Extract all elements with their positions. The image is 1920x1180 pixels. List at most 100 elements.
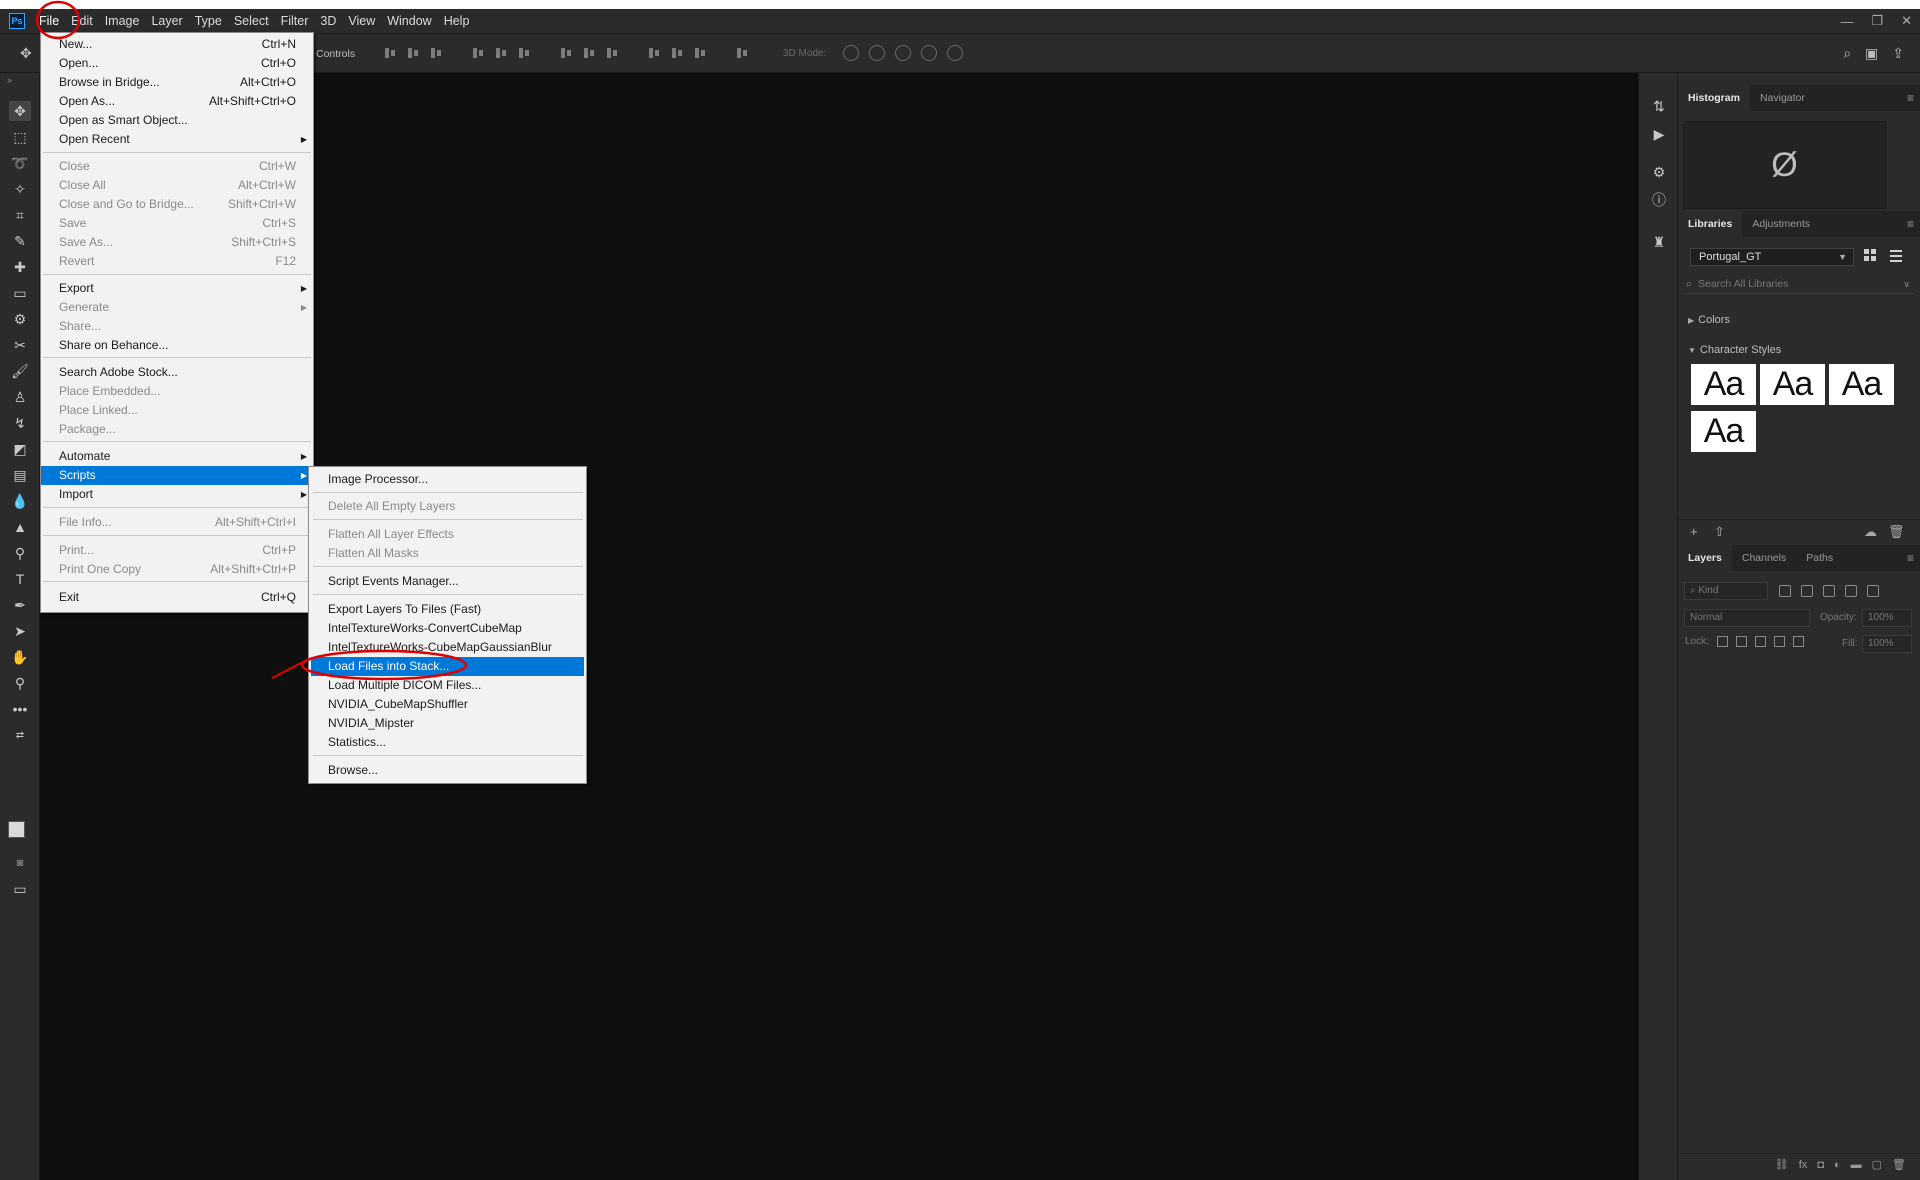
distribute-left-icon[interactable] — [647, 46, 661, 60]
pen-tool-icon[interactable]: ✒ — [9, 595, 31, 615]
opacity-input[interactable]: 100% — [1862, 609, 1912, 627]
tab-navigator[interactable]: Navigator — [1750, 85, 1815, 111]
lock-all-icon[interactable] — [1792, 636, 1804, 647]
share-icon[interactable]: ⇪ — [1892, 45, 1904, 62]
file-menu-item-open-as[interactable]: Open As... Alt+Shift+Ctrl+O — [41, 92, 313, 111]
layer-comps-icon[interactable]: ♜ — [1650, 233, 1668, 251]
scripts-menu-item-flatten-all-layer-effects[interactable]: Flatten All Layer Effects — [309, 525, 586, 544]
character-styles-section[interactable]: ▼ Character Styles — [1688, 344, 1781, 356]
menu-view[interactable]: View — [342, 9, 381, 33]
tab-channels[interactable]: Channels — [1732, 545, 1796, 571]
gradient-tool-icon[interactable]: ▤ — [9, 465, 31, 485]
3d-orbit-icon[interactable] — [843, 45, 859, 61]
library-select[interactable]: Portugal_GT ▼ — [1690, 248, 1854, 266]
distribute-right-icon[interactable] — [693, 46, 707, 60]
list-view-icon[interactable] — [1890, 250, 1902, 262]
3d-roll-icon[interactable] — [869, 45, 885, 61]
show-transform-controls-label[interactable]: Controls — [316, 48, 355, 60]
3d-pan-icon[interactable] — [895, 45, 911, 61]
cloud-sync-icon[interactable]: ☁ — [1864, 524, 1877, 540]
move-tool-options-icon[interactable]: ✥ — [20, 45, 32, 62]
scripts-menu-item-load-multiple-dicom-files[interactable]: Load Multiple DICOM Files... — [309, 676, 586, 695]
search-icon[interactable]: ⌕ — [1843, 45, 1851, 62]
file-menu-item-exit[interactable]: Exit Ctrl+Q — [41, 588, 313, 607]
add-element-icon[interactable]: + — [1690, 524, 1698, 539]
file-menu-item-print[interactable]: Print... Ctrl+P — [41, 541, 313, 560]
restore-icon[interactable]: ❐ — [1871, 13, 1883, 29]
file-menu-item-search-adobe-stock[interactable]: Search Adobe Stock... — [41, 363, 313, 382]
sharpen-tool-icon[interactable]: ▲ — [9, 517, 31, 537]
file-menu-item-browse-in-bridge[interactable]: Browse in Bridge... Alt+Ctrl+O — [41, 73, 313, 92]
collapse-toolbar-icon[interactable]: » — [7, 75, 12, 85]
filter-pixel-icon[interactable] — [1779, 585, 1791, 597]
lasso-tool-icon[interactable]: ➰ — [9, 153, 31, 173]
foreground-color-swatch[interactable] — [8, 821, 25, 838]
scripts-menu-item-flatten-all-masks[interactable]: Flatten All Masks — [309, 544, 586, 563]
history-brush-tool-icon[interactable]: ↯ — [9, 413, 31, 433]
library-search-input[interactable]: ⌕ Search All Libraries ∨ — [1684, 274, 1914, 294]
crop-tool-icon[interactable]: ⌗ — [9, 205, 31, 225]
distribute-top-icon[interactable] — [559, 46, 573, 60]
eraser-tool-icon[interactable]: ◩ — [9, 439, 31, 459]
grid-view-icon[interactable] — [1864, 249, 1878, 263]
file-menu-item-open[interactable]: Open... Ctrl+O — [41, 54, 313, 73]
healing-brush-tool-icon[interactable]: ✚ — [9, 257, 31, 277]
upload-icon[interactable]: ⇧ — [1714, 524, 1725, 540]
file-menu-item-export[interactable]: Export ▶ — [41, 279, 313, 298]
file-menu-item-open-recent[interactable]: Open Recent ▶ — [41, 130, 313, 149]
fx-icon[interactable]: fx — [1799, 1159, 1808, 1171]
distribute-hcenter-icon[interactable] — [670, 46, 684, 60]
type-tool-icon[interactable]: T — [9, 569, 31, 589]
auto-align-icon[interactable] — [735, 46, 749, 60]
new-group-icon[interactable]: ▬ — [1851, 1159, 1862, 1171]
file-menu-item-save[interactable]: Save Ctrl+S — [41, 214, 313, 233]
info-panel-icon[interactable]: ⓘ — [1650, 191, 1668, 209]
character-style-tile[interactable]: Aa — [1691, 411, 1756, 452]
tab-libraries[interactable]: Libraries — [1678, 211, 1743, 237]
filter-adjustment-icon[interactable] — [1801, 585, 1813, 597]
blur-tool-icon[interactable]: 💧 — [9, 491, 31, 511]
file-menu-item-close-all[interactable]: Close All Alt+Ctrl+W — [41, 176, 313, 195]
character-style-tile[interactable]: Aa — [1691, 364, 1756, 405]
filter-type-icon[interactable] — [1823, 585, 1835, 597]
file-menu-item-automate[interactable]: Automate ▶ — [41, 447, 313, 466]
eyedropper-tool-icon[interactable]: ✎ — [9, 231, 31, 251]
scripts-menu-item-inteltextureworks-cubemapgaussianblur[interactable]: IntelTextureWorks-CubeMapGaussianBlur — [309, 638, 586, 657]
panel-menu-icon[interactable]: ≡ — [1907, 211, 1914, 237]
file-menu-item-file-info[interactable]: File Info... Alt+Shift+Ctrl+I — [41, 513, 313, 532]
file-menu-item-save-as[interactable]: Save As... Shift+Ctrl+S — [41, 233, 313, 252]
menu-select[interactable]: Select — [228, 9, 275, 33]
scissors-tool-icon[interactable]: ✂ — [9, 335, 31, 355]
history-panel-icon[interactable]: ⇅ — [1650, 97, 1668, 115]
file-menu-item-generate[interactable]: Generate ▶ — [41, 298, 313, 317]
distribute-bottom-icon[interactable] — [605, 46, 619, 60]
file-menu-item-share-on-behance[interactable]: Share on Behance... — [41, 336, 313, 355]
menu-help[interactable]: Help — [438, 9, 476, 33]
align-bottom-icon[interactable] — [429, 46, 443, 60]
minimize-icon[interactable]: — — [1840, 14, 1853, 29]
menu-file[interactable]: File — [33, 9, 65, 33]
file-menu-item-share[interactable]: Share... — [41, 317, 313, 336]
actions-play-icon[interactable]: ▶ — [1650, 125, 1668, 143]
lock-artboard-icon[interactable] — [1773, 636, 1785, 647]
menu-3d[interactable]: 3D — [314, 9, 342, 33]
scripts-menu-item-browse[interactable]: Browse... — [309, 761, 586, 780]
distribute-center-icon[interactable] — [582, 46, 596, 60]
chevron-down-icon[interactable]: ∨ — [1903, 274, 1910, 294]
hand-tool-icon[interactable]: ✋ — [9, 647, 31, 667]
marquee-tool-icon[interactable]: ⬚ — [9, 127, 31, 147]
menu-window[interactable]: Window — [381, 9, 437, 33]
scripts-menu-item-image-processor[interactable]: Image Processor... — [309, 470, 586, 489]
file-menu-item-scripts[interactable]: Scripts ▶ — [41, 466, 313, 485]
screen-mode-icon[interactable]: ▭ — [9, 879, 31, 899]
align-vertical-center-icon[interactable] — [406, 46, 420, 60]
filter-shape-icon[interactable] — [1845, 585, 1857, 597]
align-left-icon[interactable] — [471, 46, 485, 60]
3d-material-tool-icon[interactable]: ⚙ — [9, 309, 31, 329]
file-menu-item-place-linked[interactable]: Place Linked... — [41, 401, 313, 420]
3d-scale-icon[interactable] — [947, 45, 963, 61]
path-selection-tool-icon[interactable]: ➤ — [9, 621, 31, 641]
file-menu-item-new[interactable]: New... Ctrl+N — [41, 35, 313, 54]
scripts-menu-item-inteltextureworks-convertcubemap[interactable]: IntelTextureWorks-ConvertCubeMap — [309, 619, 586, 638]
align-top-icon[interactable] — [383, 46, 397, 60]
